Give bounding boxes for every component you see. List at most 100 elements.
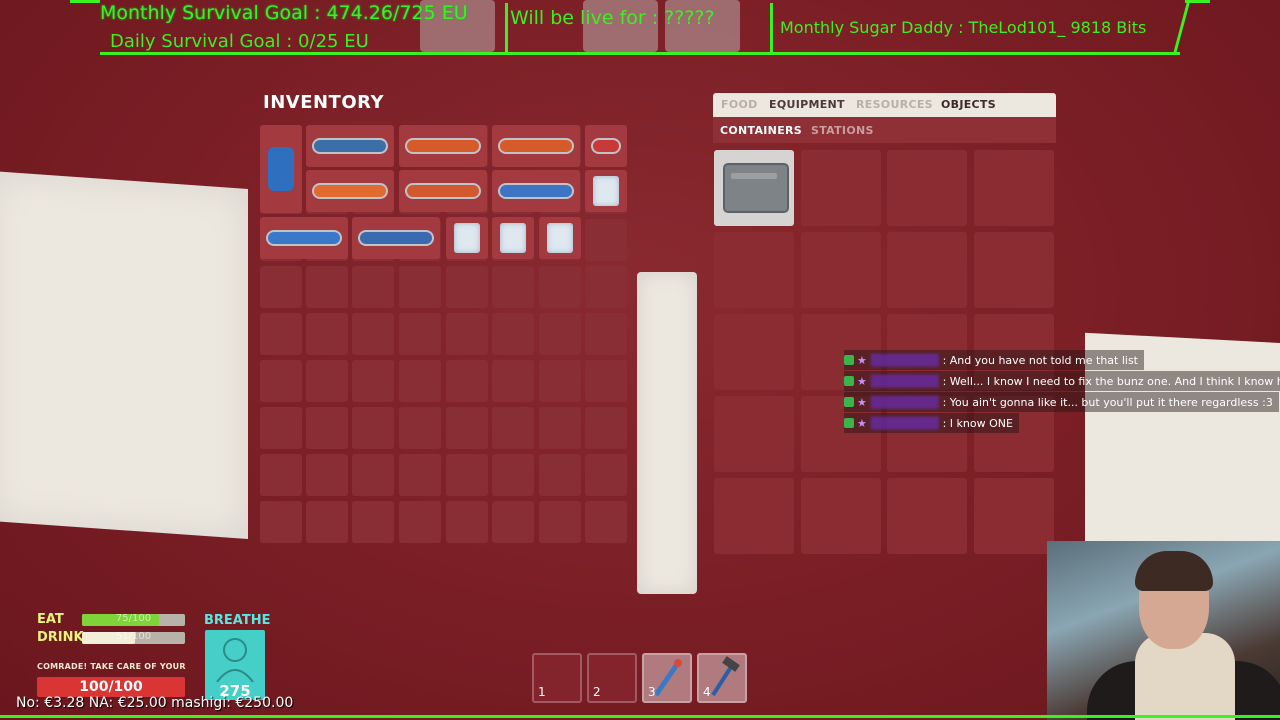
inventory-item-slot[interactable]: [585, 125, 627, 167]
inventory-slot[interactable]: [352, 313, 394, 355]
inventory-slot[interactable]: [399, 360, 441, 402]
chat-message: ★ ████████ : I know ONE: [844, 413, 1019, 433]
inventory-item-slot[interactable]: [492, 217, 534, 259]
inventory-slot[interactable]: [492, 407, 534, 449]
crafting-slot[interactable]: [887, 150, 967, 226]
hotbar-slot-2[interactable]: 2: [587, 653, 637, 703]
star-icon: ★: [857, 416, 867, 430]
comrade-warning: COMRADE! TAKE CARE OF YOUR: [37, 662, 186, 671]
donations-text: No: €3.28 NA: €25.00 mashigi: €250.00: [16, 695, 294, 711]
tab-food[interactable]: FOOD: [721, 98, 758, 111]
crafting-slot[interactable]: [974, 232, 1054, 308]
inventory-slot[interactable]: [306, 360, 348, 402]
inventory-item-slot[interactable]: [399, 170, 487, 212]
inventory-slot[interactable]: [446, 407, 488, 449]
crafting-slot[interactable]: [974, 478, 1054, 554]
inventory-slot[interactable]: [260, 407, 302, 449]
inventory-item-slot[interactable]: [306, 125, 394, 167]
inventory-item-slot[interactable]: [539, 217, 581, 259]
inventory-item-slot[interactable]: [352, 217, 440, 259]
drink-label: DRINK: [37, 630, 84, 645]
crafting-slot[interactable]: [801, 232, 881, 308]
inventory-item-slot[interactable]: [260, 217, 348, 259]
crafting-slot[interactable]: [887, 478, 967, 554]
inventory-slot[interactable]: [446, 360, 488, 402]
inventory-slot[interactable]: [539, 454, 581, 496]
inventory-slot[interactable]: [539, 266, 581, 308]
overlay-bottom-line: [0, 715, 1280, 718]
inventory-slot[interactable]: [260, 454, 302, 496]
inventory-slot[interactable]: [352, 360, 394, 402]
inventory-slot[interactable]: [260, 501, 302, 543]
crafting-subtabs: CONTAINERS STATIONS: [713, 117, 1056, 143]
inventory-slot[interactable]: [492, 313, 534, 355]
inventory-slot[interactable]: [539, 360, 581, 402]
crafting-slot[interactable]: [714, 314, 794, 390]
tab-equipment[interactable]: EQUIPMENT: [769, 98, 845, 111]
hotbar-slot-1[interactable]: 1: [532, 653, 582, 703]
inventory-slot[interactable]: [399, 266, 441, 308]
inventory-slot[interactable]: [539, 501, 581, 543]
inventory-slot[interactable]: [539, 407, 581, 449]
inventory-item-slot[interactable]: [399, 125, 487, 167]
tab-resources[interactable]: RESOURCES: [856, 98, 933, 111]
inventory-item-slot[interactable]: [306, 170, 394, 212]
crafting-slot[interactable]: [714, 478, 794, 554]
inventory-slot[interactable]: [399, 313, 441, 355]
subtab-containers[interactable]: CONTAINERS: [720, 124, 802, 137]
inventory-slot[interactable]: [306, 454, 348, 496]
crafting-slot[interactable]: [801, 478, 881, 554]
inventory-slot[interactable]: [585, 407, 627, 449]
inventory-slot[interactable]: [446, 454, 488, 496]
inventory-slot[interactable]: [492, 266, 534, 308]
tab-objects[interactable]: OBJECTS: [941, 98, 996, 111]
red-can-icon: [593, 140, 619, 152]
inventory-item-slot[interactable]: [492, 125, 580, 167]
inventory-slot[interactable]: [492, 360, 534, 402]
inventory-slot[interactable]: [306, 407, 348, 449]
crafting-slot[interactable]: [714, 232, 794, 308]
hotbar-slot-4[interactable]: 4: [697, 653, 747, 703]
inventory-slot[interactable]: [585, 313, 627, 355]
inventory-slot[interactable]: [585, 454, 627, 496]
inventory-slot[interactable]: [260, 360, 302, 402]
inventory-slot[interactable]: [446, 313, 488, 355]
inventory-slot[interactable]: [585, 219, 627, 261]
crafting-slot[interactable]: [974, 150, 1054, 226]
inventory-slot[interactable]: [306, 313, 348, 355]
inventory-slot[interactable]: [399, 407, 441, 449]
inventory-slot[interactable]: [352, 407, 394, 449]
crafting-slot[interactable]: [714, 396, 794, 472]
inventory-slot[interactable]: [585, 266, 627, 308]
chat-text: : You ain't gonna like it... but you'll …: [942, 395, 1273, 409]
inventory-slot[interactable]: [399, 501, 441, 543]
inventory-item-slot[interactable]: [585, 170, 627, 212]
subtab-stations[interactable]: STATIONS: [811, 124, 874, 137]
inventory-slot[interactable]: [446, 501, 488, 543]
portrait-icon: [216, 638, 254, 683]
inventory-slot[interactable]: [352, 266, 394, 308]
inventory-slot[interactable]: [399, 454, 441, 496]
inventory-slot[interactable]: [352, 454, 394, 496]
inventory-slot[interactable]: [585, 501, 627, 543]
inventory-slot[interactable]: [492, 501, 534, 543]
inventory-slot[interactable]: [585, 360, 627, 402]
inventory-slot[interactable]: [446, 266, 488, 308]
inventory-slot[interactable]: [539, 313, 581, 355]
inventory-slot[interactable]: [306, 266, 348, 308]
inventory-slot[interactable]: [306, 501, 348, 543]
inventory-slot[interactable]: [352, 501, 394, 543]
inventory-slot[interactable]: [260, 313, 302, 355]
inventory-item-slot[interactable]: [260, 125, 302, 213]
inventory-slot[interactable]: [492, 454, 534, 496]
crafting-slot[interactable]: [887, 232, 967, 308]
inventory-title: INVENTORY: [263, 92, 385, 113]
crafting-slot[interactable]: [801, 150, 881, 226]
orange-pistol-icon: [500, 140, 572, 152]
inventory-item-slot[interactable]: [492, 170, 580, 212]
inventory-slot[interactable]: [260, 266, 302, 308]
hotbar-slot-3[interactable]: 3: [642, 653, 692, 703]
daily-goal-text: Daily Survival Goal : 0/25 EU: [110, 31, 369, 52]
inventory-item-slot[interactable]: [446, 217, 488, 259]
monthly-goal-text: Monthly Survival Goal : 474.26/725 EU: [100, 2, 468, 24]
